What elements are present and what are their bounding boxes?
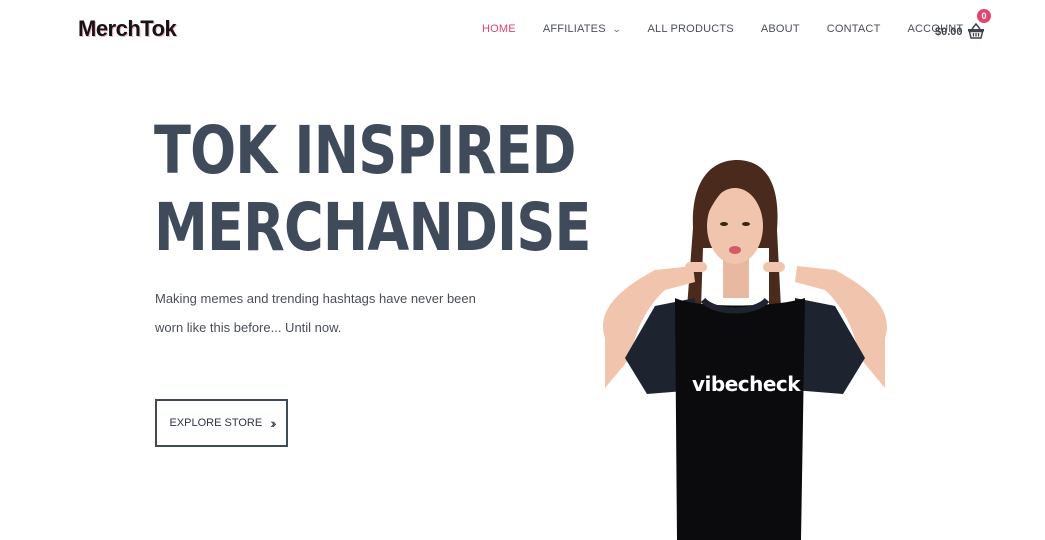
nav-home[interactable]: HOME: [482, 23, 516, 35]
hero-title: TOK INSPIRED MERCHANDISE: [154, 112, 592, 266]
main-nav: HOME AFFILIATES ⌄ ALL PRODUCTS ABOUT CON…: [482, 23, 1008, 35]
chevron-down-icon: ⌄: [611, 23, 622, 34]
explore-store-label: EXPLORE STORE: [169, 417, 263, 429]
nav-all-products[interactable]: ALL PRODUCTS: [647, 23, 733, 35]
site-header: MerchTok HOME AFFILIATES ⌄ ALL PRODUCTS …: [0, 0, 1045, 62]
nav-all-products-label: ALL PRODUCTS: [647, 23, 734, 35]
cart-count-badge: 0: [977, 9, 991, 23]
hero-model-image: [603, 160, 887, 540]
nav-affiliates-label: AFFILIATES: [542, 23, 606, 35]
basket-icon: [967, 22, 985, 40]
site-logo[interactable]: MerchTok: [78, 16, 177, 42]
nav-contact-label: CONTACT: [826, 23, 881, 35]
explore-store-button[interactable]: EXPLORE STORE ››: [155, 399, 288, 447]
page: MerchTok HOME AFFILIATES ⌄ ALL PRODUCTS …: [0, 0, 1045, 540]
nav-affiliates[interactable]: AFFILIATES ⌄: [542, 23, 622, 35]
nav-about-label: ABOUT: [760, 23, 800, 35]
double-chevron-right-icon: ››: [270, 415, 277, 431]
hero-title-line-2: MERCHANDISE: [154, 189, 592, 266]
nav-contact[interactable]: CONTACT: [827, 23, 881, 35]
nav-about[interactable]: ABOUT: [761, 23, 800, 35]
cart-button[interactable]: $0.00: [935, 18, 985, 40]
hero-subtitle: Making memes and trending hashtags have …: [155, 291, 476, 335]
nav-home-label: HOME: [482, 23, 516, 35]
shirt-print-text: vibecheck: [692, 372, 801, 396]
cart-total: $0.00: [935, 26, 963, 38]
hero-title-line-1: TOK INSPIRED: [154, 112, 576, 189]
